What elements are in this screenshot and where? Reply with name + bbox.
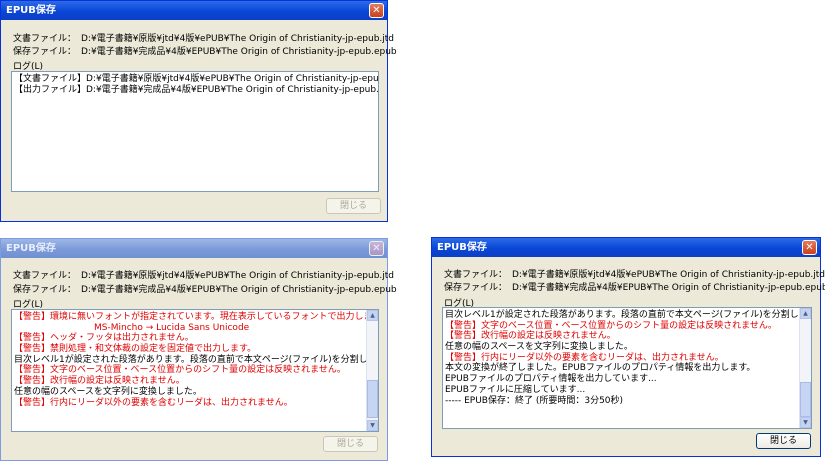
close-button[interactable]: 閉じる	[326, 198, 381, 214]
log-line: 【警告】環境に無いフォントが指定されています。現在表示しているフォントで出力しま…	[14, 312, 379, 322]
log-line: 【文書ファイル】D:¥電子書籍¥原版¥jtd¥4版¥ePUB¥The Origi…	[14, 74, 379, 84]
log-line: 【警告】ヘッダ・フッタは出力されません。	[14, 333, 194, 344]
window-title: EPUB保存	[437, 242, 487, 253]
log-area[interactable]: 【文書ファイル】D:¥電子書籍¥原版¥jtd¥4版¥ePUB¥The Origi…	[11, 71, 379, 192]
log-line: 【警告】文字のベース位置・ベース位置からのシフト量の設定は反映されません。	[445, 320, 777, 331]
close-icon[interactable]: ✕	[369, 241, 384, 256]
doc-file-label: 文書ファイル：	[444, 270, 508, 280]
log-line: 【警告】改行幅の設定は反映されません。	[445, 331, 616, 342]
scroll-down-icon[interactable]: ▼	[367, 420, 378, 431]
scroll-thumb[interactable]	[367, 380, 378, 418]
scroll-up-icon[interactable]: ▲	[367, 310, 378, 321]
window-title: EPUB保存	[6, 5, 56, 16]
close-icon[interactable]: ✕	[369, 3, 384, 18]
doc-file-path: D:¥電子書籍¥原版¥jtd¥4版¥ePUB¥The Origin of Chr…	[81, 34, 395, 44]
log-line: EPUBファイルに圧縮しています...	[445, 384, 586, 395]
log-area[interactable]: 【警告】環境に無いフォントが指定されています。現在表示しているフォントで出力しま…	[11, 309, 379, 432]
log-line: 任意の幅のスペースを文字列に変換しました。	[445, 342, 633, 353]
scroll-up-icon[interactable]: ▲	[800, 308, 811, 319]
epub-save-dialog-2: EPUB保存 ✕ 文書ファイル： D:¥電子書籍¥原版¥jtd¥4版¥ePUB¥…	[0, 238, 397, 461]
save-file-label: 保存ファイル：	[13, 47, 77, 57]
log-scrollbar[interactable]: ▲ ▼	[799, 308, 811, 428]
scroll-thumb[interactable]	[800, 382, 811, 417]
doc-file-path: D:¥電子書籍¥原版¥jtd¥4版¥ePUB¥The Origin of Chr…	[512, 270, 825, 280]
log-line: 目次レベル1が設定された段落があります。段落の直前で本文ページ(ファイル)を分割…	[14, 354, 379, 365]
log-area[interactable]: 目次レベル1が設定された段落があります。段落の直前で本文ページ(ファイル)を分割…	[442, 307, 812, 429]
epub-save-dialog-1: EPUB保存 ✕ 文書ファイル： D:¥電子書籍¥原版¥jtd¥4版¥ePUB¥…	[0, 0, 397, 222]
log-line: 【警告】禁則処理・和文体裁の設定を固定値で出力します。	[14, 344, 257, 355]
log-line: 【警告】改行幅の設定は反映されません。	[14, 376, 185, 387]
doc-file-label: 文書ファイル：	[13, 34, 77, 44]
title-bar[interactable]: EPUB保存 ✕	[432, 238, 820, 257]
title-bar[interactable]: EPUB保存 ✕	[1, 239, 387, 258]
window-title: EPUB保存	[6, 243, 56, 254]
doc-file-label: 文書ファイル：	[13, 271, 77, 281]
doc-file-path: D:¥電子書籍¥原版¥jtd¥4版¥ePUB¥The Origin of Chr…	[81, 271, 395, 281]
title-bar[interactable]: EPUB保存 ✕	[1, 1, 387, 20]
log-line: 【警告】行内にリーダ以外の要素を含むリーダは、出力されません。	[14, 397, 293, 408]
close-icon[interactable]: ✕	[802, 240, 817, 255]
scroll-down-icon[interactable]: ▼	[800, 417, 811, 428]
log-lines: 【文書ファイル】D:¥電子書籍¥原版¥jtd¥4版¥ePUB¥The Origi…	[14, 74, 379, 95]
save-file-label: 保存ファイル：	[444, 283, 508, 293]
log-line: ----- EPUB保存：終了 (所要時間：3分50秒)	[445, 395, 624, 406]
log-lines: 【警告】環境に無いフォントが指定されています。現在表示しているフォントで出力しま…	[14, 312, 379, 408]
log-lines: 目次レベル1が設定された段落があります。段落の直前で本文ページ(ファイル)を分割…	[445, 310, 812, 406]
close-button[interactable]: 閉じる	[323, 436, 378, 452]
save-file-path: D:¥電子書籍¥完成品¥4版¥EPUB¥The Origin of Christ…	[81, 47, 397, 57]
log-line: EPUBファイルのプロパティ情報を出力しています...	[445, 374, 657, 385]
save-file-path: D:¥電子書籍¥完成品¥4版¥EPUB¥The Origin of Christ…	[81, 285, 397, 295]
log-scrollbar[interactable]: ▲ ▼	[366, 310, 378, 431]
log-line: 【警告】文字のベース位置・ベース位置からのシフト量の設定は反映されません。	[14, 365, 346, 376]
log-line: 【警告】行内にリーダ以外の要素を含むリーダは、出力されません。	[445, 352, 724, 363]
save-file-label: 保存ファイル：	[13, 285, 77, 295]
close-button[interactable]: 閉じる	[756, 433, 811, 449]
log-line: 【出力ファイル】D:¥電子書籍¥完成品¥4版¥EPUB¥The Origin o…	[14, 84, 379, 95]
epub-save-dialog-3: EPUB保存 ✕ 文書ファイル： D:¥電子書籍¥原版¥jtd¥4版¥ePUB¥…	[431, 237, 825, 457]
log-line: 目次レベル1が設定された段落があります。段落の直前で本文ページ(ファイル)を分割…	[445, 310, 812, 320]
save-file-path: D:¥電子書籍¥完成品¥4版¥EPUB¥The Origin of Christ…	[512, 283, 825, 293]
log-line: 本文の変換が終了しました。EPUBファイルのプロパティ情報を出力します。	[445, 363, 756, 374]
log-line: 任意の幅のスペースを文字列に変換しました。	[14, 386, 202, 397]
log-line: MS-Mincho → Lucida Sans Unicode	[94, 322, 250, 333]
